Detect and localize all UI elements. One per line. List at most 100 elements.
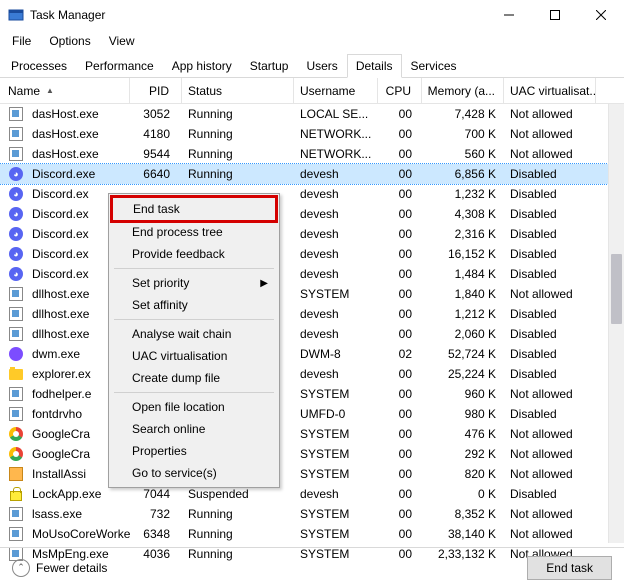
table-row[interactable]: ◕Discord.exdevesh0016,152 KDisabled	[0, 244, 624, 264]
table-row[interactable]: dllhost.exedevesh002,060 KDisabled	[0, 324, 624, 344]
process-icon	[8, 126, 24, 142]
cell-status: Suspended	[182, 487, 294, 501]
col-uac[interactable]: UAC virtualisat...	[504, 78, 596, 103]
tab-users[interactable]: Users	[297, 54, 346, 78]
tabbar: Processes Performance App history Startu…	[0, 54, 624, 78]
tab-services[interactable]: Services	[402, 54, 466, 78]
tab-startup[interactable]: Startup	[241, 54, 298, 78]
cell-cpu: 00	[378, 487, 422, 501]
table-header: Name▲ PID Status Username CPU Memory (a.…	[0, 78, 624, 104]
table-row[interactable]: ◕Discord.exe6640Runningdevesh006,856 KDi…	[0, 164, 624, 184]
cell-username: devesh	[294, 167, 378, 181]
cell-cpu: 02	[378, 347, 422, 361]
submenu-arrow-icon: ▶	[260, 278, 268, 289]
col-memory[interactable]: Memory (a...	[422, 78, 504, 103]
cell-uac: Not allowed	[504, 387, 596, 401]
cell-cpu: 00	[378, 107, 422, 121]
cell-username: UMFD-0	[294, 407, 378, 421]
cell-username: devesh	[294, 227, 378, 241]
table-row[interactable]: dllhost.exeSYSTEM001,840 KNot allowed	[0, 284, 624, 304]
table-row[interactable]: ◕Discord.exdevesh004,308 KDisabled	[0, 204, 624, 224]
end-task-button[interactable]: End task	[527, 556, 612, 580]
scrollbar[interactable]	[608, 104, 624, 543]
table-row[interactable]: explorer.exdevesh0025,224 KDisabled	[0, 364, 624, 384]
ctx-go-to-services[interactable]: Go to service(s)	[112, 462, 276, 484]
table-row[interactable]: MoUsoCoreWorker.e...6348RunningSYSTEM003…	[0, 524, 624, 544]
cell-cpu: 00	[378, 287, 422, 301]
table-row[interactable]: dllhost.exedevesh001,212 KDisabled	[0, 304, 624, 324]
table-row[interactable]: dasHost.exe9544RunningNETWORK...00560 KN…	[0, 144, 624, 164]
cell-cpu: 00	[378, 167, 422, 181]
cell-status: Running	[182, 527, 294, 541]
tab-performance[interactable]: Performance	[76, 54, 163, 78]
process-name: Discord.ex	[32, 207, 89, 221]
cell-status: Running	[182, 107, 294, 121]
process-name: MoUsoCoreWorker.e...	[32, 527, 130, 541]
table-row[interactable]: lsass.exe732RunningSYSTEM008,352 KNot al…	[0, 504, 624, 524]
menu-options[interactable]: Options	[41, 32, 98, 50]
menu-file[interactable]: File	[4, 32, 39, 50]
cell-username: NETWORK...	[294, 147, 378, 161]
table-row[interactable]: ◕Discord.exdevesh001,232 KDisabled	[0, 184, 624, 204]
table-row[interactable]: GoogleCraSYSTEM00476 KNot allowed	[0, 424, 624, 444]
cell-memory: 0 K	[422, 487, 504, 501]
cell-memory: 8,352 K	[422, 507, 504, 521]
ctx-search-online[interactable]: Search online	[112, 418, 276, 440]
cell-memory: 52,724 K	[422, 347, 504, 361]
table-row[interactable]: ◕Discord.exdevesh002,316 KDisabled	[0, 224, 624, 244]
table-row[interactable]: LockApp.exe7044Suspendeddevesh000 KDisab…	[0, 484, 624, 504]
context-menu: End task End process tree Provide feedba…	[108, 193, 280, 488]
cell-uac: Not allowed	[504, 467, 596, 481]
process-name: Discord.ex	[32, 187, 89, 201]
table-row[interactable]: dasHost.exe3052RunningLOCAL SE...007,428…	[0, 104, 624, 124]
tab-processes[interactable]: Processes	[2, 54, 76, 78]
process-icon	[8, 406, 24, 422]
ctx-open-file-location[interactable]: Open file location	[112, 396, 276, 418]
col-pid[interactable]: PID	[130, 78, 182, 103]
scrollbar-thumb[interactable]	[611, 254, 622, 324]
cell-uac: Not allowed	[504, 107, 596, 121]
ctx-uac-virtualisation[interactable]: UAC virtualisation	[112, 345, 276, 367]
tab-app-history[interactable]: App history	[163, 54, 241, 78]
minimize-button[interactable]	[486, 0, 532, 30]
fewer-details-toggle[interactable]: ⌃ Fewer details	[12, 559, 107, 577]
table-row[interactable]: fontdrvhoUMFD-000980 KDisabled	[0, 404, 624, 424]
table-row[interactable]: fodhelper.eSYSTEM00960 KNot allowed	[0, 384, 624, 404]
ctx-end-process-tree[interactable]: End process tree	[112, 221, 276, 243]
ctx-separator	[114, 268, 274, 269]
table-row[interactable]: dwm.exeDWM-80252,724 KDisabled	[0, 344, 624, 364]
cell-uac: Disabled	[504, 187, 596, 201]
ctx-analyse-wait-chain[interactable]: Analyse wait chain	[112, 323, 276, 345]
table-row[interactable]: GoogleCraSYSTEM00292 KNot allowed	[0, 444, 624, 464]
process-icon	[8, 326, 24, 342]
cell-memory: 1,212 K	[422, 307, 504, 321]
menu-view[interactable]: View	[101, 32, 143, 50]
cell-uac: Disabled	[504, 227, 596, 241]
process-icon	[8, 526, 24, 542]
maximize-button[interactable]	[532, 0, 578, 30]
ctx-create-dump-file[interactable]: Create dump file	[112, 367, 276, 389]
ctx-end-task[interactable]: End task	[110, 195, 278, 223]
ctx-set-affinity[interactable]: Set affinity	[112, 294, 276, 316]
cell-username: devesh	[294, 247, 378, 261]
cell-cpu: 00	[378, 147, 422, 161]
col-username[interactable]: Username	[294, 78, 378, 103]
close-button[interactable]	[578, 0, 624, 30]
cell-uac: Disabled	[504, 487, 596, 501]
cell-username: SYSTEM	[294, 527, 378, 541]
ctx-properties[interactable]: Properties	[112, 440, 276, 462]
process-name: lsass.exe	[32, 507, 82, 521]
tab-details[interactable]: Details	[347, 54, 402, 78]
col-name[interactable]: Name▲	[2, 78, 130, 103]
table-row[interactable]: ◕Discord.exdevesh001,484 KDisabled	[0, 264, 624, 284]
ctx-set-priority[interactable]: Set priority▶	[112, 272, 276, 294]
cell-cpu: 00	[378, 507, 422, 521]
col-cpu[interactable]: CPU	[378, 78, 422, 103]
table-body: dasHost.exe3052RunningLOCAL SE...007,428…	[0, 104, 624, 564]
table-row[interactable]: InstallAssiSYSTEM00820 KNot allowed	[0, 464, 624, 484]
col-status[interactable]: Status	[182, 78, 294, 103]
table-row[interactable]: dasHost.exe4180RunningNETWORK...00700 KN…	[0, 124, 624, 144]
cell-uac: Disabled	[504, 167, 596, 181]
ctx-provide-feedback[interactable]: Provide feedback	[112, 243, 276, 265]
cell-cpu: 00	[378, 127, 422, 141]
